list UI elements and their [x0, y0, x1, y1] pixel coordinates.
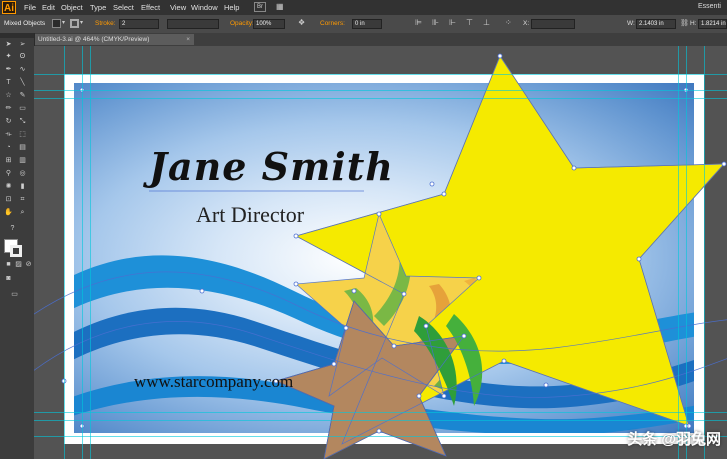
align-left-icon[interactable]: ⊫	[415, 18, 422, 27]
guide-line[interactable]	[34, 98, 727, 99]
hand-tool-icon[interactable]: ✋	[4, 209, 13, 217]
align-right-icon[interactable]: ⊩	[449, 18, 456, 27]
menu-bar: Ai File Edit Object Type Select Effect V…	[0, 0, 727, 15]
card-name[interactable]: Jane Smith	[149, 144, 394, 189]
guide-line[interactable]	[64, 46, 65, 459]
lasso-tool-icon[interactable]: ʘ	[18, 53, 27, 61]
help-icon[interactable]: ?	[8, 225, 17, 233]
document-tab[interactable]: Untitled-3.ai @ 464% (CMYK/Preview) ×	[34, 34, 194, 45]
constrain-proportions-icon[interactable]: ⛓	[680, 19, 689, 27]
shape-builder-tool-icon[interactable]: ◔	[4, 144, 13, 152]
pencil-tool-icon[interactable]: ✏	[4, 105, 13, 113]
corners-field[interactable]: 0 in	[352, 19, 382, 29]
recolor-artwork-icon[interactable]: ❖	[298, 18, 305, 27]
document-tab-title: Untitled-3.ai @ 464% (CMYK/Preview)	[38, 36, 150, 43]
height-field[interactable]: 1.8214 in	[698, 19, 727, 29]
stroke-swatch[interactable]	[70, 19, 79, 28]
line-segment-tool-icon[interactable]: ╲	[18, 79, 27, 87]
guide-line[interactable]	[34, 420, 727, 421]
rotate-tool-icon[interactable]: ↻	[4, 118, 13, 126]
opacity-field[interactable]: 100%	[253, 19, 285, 29]
zoom-tool-icon[interactable]: ⌕	[18, 209, 27, 217]
w-label: W:	[627, 20, 635, 27]
mesh-tool-icon[interactable]: ⊞	[4, 157, 13, 165]
selection-tool-icon[interactable]: ➤	[4, 41, 13, 49]
type-tool-icon[interactable]: T	[4, 79, 13, 87]
document-canvas[interactable]: Jane Smith Art Director www.starcompany.…	[34, 46, 727, 459]
eyedropper-tool-icon[interactable]: ⚲	[4, 170, 13, 178]
guide-line[interactable]	[686, 46, 687, 459]
none-mode-icon[interactable]: ⊘	[24, 261, 33, 269]
artwork-layer	[34, 53, 727, 459]
free-transform-tool-icon[interactable]: ⬚	[18, 131, 27, 139]
variable-width-profile[interactable]	[167, 19, 219, 29]
fill-dropdown-icon[interactable]: ▾	[62, 19, 65, 26]
guide-line[interactable]	[678, 46, 679, 459]
guide-line[interactable]	[82, 46, 83, 459]
stroke-color-swatch[interactable]	[10, 245, 22, 257]
align-center-icon[interactable]: ⊪	[432, 18, 439, 27]
curvature-tool-icon[interactable]: ∿	[18, 66, 27, 74]
selection-type-label: Mixed Objects	[4, 20, 46, 27]
corners-label[interactable]: Corners:	[320, 20, 345, 27]
column-graph-tool-icon[interactable]: ▮	[18, 183, 27, 191]
guide-line[interactable]	[34, 412, 727, 413]
blend-tool-icon[interactable]: ◎	[18, 170, 27, 178]
width-field[interactable]: 2.1403 in	[636, 19, 676, 29]
menu-help[interactable]: Help	[224, 3, 239, 12]
eraser-tool-icon[interactable]: ▭	[18, 105, 27, 113]
tools-panel: ➤ ➢ ✦ ʘ ✒ ∿ T ╲ ☆ ✎ ✏ ▭ ↻ ⤡ ⟛ ⬚ ◔ ▤ ⊞ ▥ …	[0, 33, 35, 459]
h-label: H:	[690, 20, 697, 27]
menu-window[interactable]: Window	[191, 3, 218, 12]
menu-select[interactable]: Select	[113, 3, 134, 12]
x-label: X:	[523, 20, 530, 27]
magic-wand-tool-icon[interactable]: ✦	[4, 53, 13, 61]
gradient-mode-icon[interactable]: ▨	[14, 261, 23, 269]
app-logo: Ai	[2, 1, 16, 14]
fill-swatch[interactable]	[52, 19, 61, 28]
stroke-dropdown-icon[interactable]: ▾	[80, 19, 83, 26]
close-tab-icon[interactable]: ×	[186, 34, 190, 45]
star-tool-icon[interactable]: ☆	[4, 92, 13, 100]
symbol-sprayer-tool-icon[interactable]: ✺	[4, 183, 13, 191]
tools-panel-grip[interactable]	[0, 33, 34, 38]
arrange-documents-icon[interactable]: ▦	[276, 2, 290, 12]
card-title[interactable]: Art Director	[196, 202, 304, 228]
align-middle-icon[interactable]: ⊥	[483, 18, 490, 27]
stroke-weight-field[interactable]: 2	[119, 19, 159, 29]
menu-file[interactable]: File	[24, 3, 36, 12]
menu-type[interactable]: Type	[90, 3, 106, 12]
slice-tool-icon[interactable]: ⌗	[18, 196, 27, 204]
scale-tool-icon[interactable]: ⤡	[18, 118, 27, 126]
color-mode-icon[interactable]: ■	[4, 261, 13, 269]
align-top-icon[interactable]: ⊤	[466, 18, 473, 27]
guide-line[interactable]	[90, 46, 91, 459]
guide-line[interactable]	[34, 90, 727, 91]
card-website[interactable]: www.starcompany.com	[134, 372, 293, 392]
artboard-tool-icon[interactable]: ⊡	[4, 196, 13, 204]
guide-line[interactable]	[34, 74, 727, 75]
bridge-icon[interactable]: Br	[254, 2, 266, 12]
x-field[interactable]	[531, 19, 575, 29]
menu-effect[interactable]: Effect	[141, 3, 160, 12]
direct-selection-tool-icon[interactable]: ➢	[18, 41, 27, 49]
draw-mode-icon[interactable]: ◙	[4, 275, 13, 283]
width-tool-icon[interactable]: ⟛	[4, 131, 13, 139]
watermark: 头条 @羽兔网	[627, 431, 721, 448]
reference-point-icon[interactable]: ⁘	[505, 18, 512, 27]
stroke-label[interactable]: Stroke:	[95, 20, 116, 27]
control-bar: Mixed Objects ▾ ▾ Stroke: 2 Opacity: 100…	[0, 15, 727, 34]
perspective-grid-tool-icon[interactable]: ▤	[18, 144, 27, 152]
paintbrush-tool-icon[interactable]: ✎	[18, 92, 27, 100]
menu-edit[interactable]: Edit	[42, 3, 55, 12]
guide-line[interactable]	[704, 46, 705, 459]
screen-mode-icon[interactable]: ▭	[10, 291, 19, 299]
workspace-switcher[interactable]: Essenti	[698, 3, 721, 10]
menu-view[interactable]: View	[170, 3, 186, 12]
gradient-tool-icon[interactable]: ▥	[18, 157, 27, 165]
menu-object[interactable]: Object	[61, 3, 83, 12]
opacity-label[interactable]: Opacity:	[230, 20, 254, 27]
guide-line[interactable]	[34, 436, 727, 437]
pen-tool-icon[interactable]: ✒	[4, 66, 13, 74]
